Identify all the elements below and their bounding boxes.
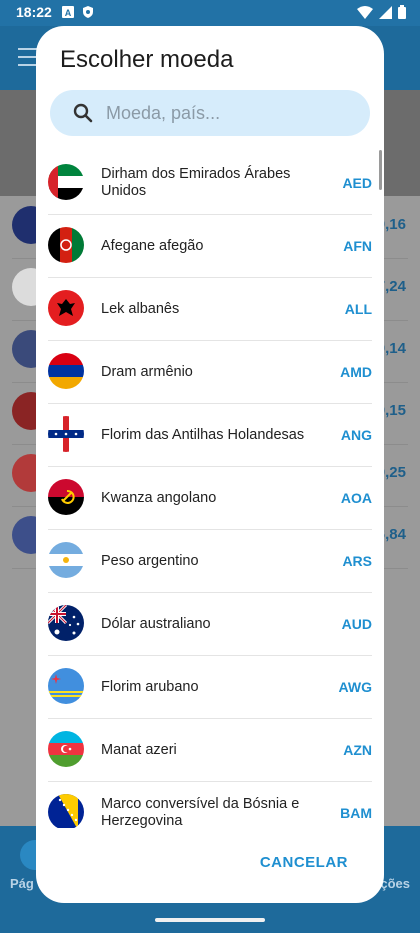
currency-name: Florim das Antilhas Holandesas bbox=[101, 426, 305, 443]
currency-name: Marco conversível da Bósnia e Herzegovin… bbox=[101, 796, 300, 828]
wifi-icon bbox=[357, 5, 373, 19]
currency-code: AWG bbox=[338, 679, 372, 695]
currency-item-awg[interactable]: Florim arubano AWG bbox=[48, 656, 372, 719]
bosnia-flag-icon bbox=[48, 794, 84, 828]
currency-item-ang[interactable]: Florim das Antilhas Holandesas ANG bbox=[48, 404, 372, 467]
armenia-flag-icon bbox=[48, 353, 84, 389]
currency-item-aed[interactable]: Dirham dos Emirados Árabes Unidos AED bbox=[48, 152, 372, 215]
currency-code: ANG bbox=[340, 427, 372, 443]
currency-code: AUD bbox=[341, 616, 372, 632]
currency-list[interactable]: Dirham dos Emirados Árabes Unidos AED Af… bbox=[48, 152, 372, 828]
svg-text:A: A bbox=[65, 8, 72, 18]
uae-flag-icon bbox=[48, 164, 84, 200]
choose-currency-dialog: Escolher moeda Dirham dos Emirados Árabe… bbox=[36, 26, 384, 903]
currency-name: Manat azeri bbox=[101, 741, 177, 758]
search-input[interactable] bbox=[106, 90, 356, 136]
currency-code: ARS bbox=[342, 553, 372, 569]
currency-name: Afegane afegão bbox=[101, 237, 204, 254]
menu-icon bbox=[18, 48, 38, 66]
list-scrollbar[interactable] bbox=[379, 150, 382, 190]
currency-item-all[interactable]: Lek albanês ALL bbox=[48, 278, 372, 341]
currency-code: AFN bbox=[343, 238, 372, 254]
search-icon bbox=[73, 103, 93, 123]
aruba-flag-icon bbox=[48, 668, 84, 704]
currency-item-afn[interactable]: Afegane afegão AFN bbox=[48, 215, 372, 278]
australia-flag-icon bbox=[48, 605, 84, 641]
cancel-button[interactable]: CANCELAR bbox=[260, 854, 348, 871]
a-icon: A bbox=[62, 6, 74, 18]
angola-flag-icon bbox=[48, 479, 84, 515]
currency-name: Lek albanês bbox=[101, 300, 180, 317]
dialog-title: Escolher moeda bbox=[60, 46, 234, 73]
currency-name: Peso argentino bbox=[101, 552, 199, 569]
netherlands-antilles-flag-icon bbox=[48, 416, 84, 452]
argentina-flag-icon bbox=[48, 542, 84, 578]
currency-code: ALL bbox=[344, 301, 372, 317]
currency-name: Dram armênio bbox=[101, 363, 193, 380]
home-indicator[interactable] bbox=[155, 918, 265, 922]
currency-item-aoa[interactable]: Kwanza angolano AOA bbox=[48, 467, 372, 530]
battery-icon bbox=[398, 5, 406, 19]
currency-name: Dirham dos Emirados Árabes Unidos bbox=[101, 166, 291, 199]
search-bar[interactable] bbox=[50, 90, 370, 136]
currency-item-aud[interactable]: Dólar australiano AUD bbox=[48, 593, 372, 656]
currency-item-ars[interactable]: Peso argentino ARS bbox=[48, 530, 372, 593]
currency-item-amd[interactable]: Dram armênio AMD bbox=[48, 341, 372, 404]
currency-code: BAM bbox=[340, 805, 372, 821]
shield-icon bbox=[83, 6, 93, 18]
currency-name: Dólar australiano bbox=[101, 615, 211, 632]
status-time: 18:22 bbox=[16, 4, 52, 20]
afghanistan-flag-icon bbox=[48, 227, 84, 263]
azerbaijan-flag-icon bbox=[48, 731, 84, 767]
currency-item-bam[interactable]: Marco conversível da Bósnia e Herzegovin… bbox=[48, 782, 372, 828]
currency-code: AOA bbox=[340, 490, 372, 506]
signal-icon bbox=[379, 5, 392, 19]
currency-code: AED bbox=[342, 175, 372, 191]
currency-name: Kwanza angolano bbox=[101, 489, 217, 506]
albania-flag-icon bbox=[48, 290, 84, 326]
status-bar: 18:22 A bbox=[0, 0, 420, 26]
currency-code: AZN bbox=[343, 742, 372, 758]
currency-code: AMD bbox=[340, 364, 372, 380]
currency-name: Florim arubano bbox=[101, 678, 199, 695]
currency-item-azn[interactable]: Manat azeri AZN bbox=[48, 719, 372, 782]
